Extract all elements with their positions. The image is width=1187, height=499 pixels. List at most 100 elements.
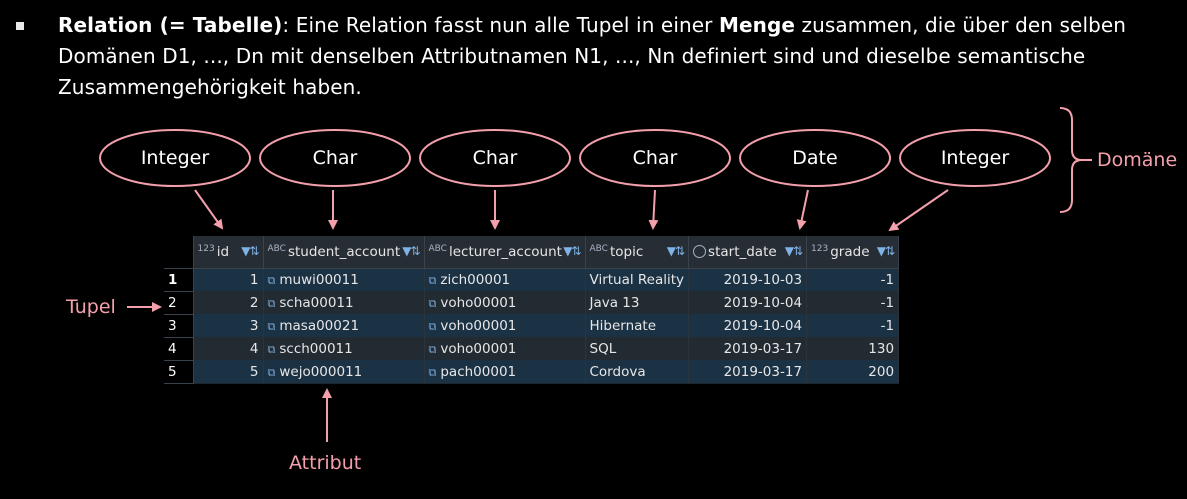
domain-label-4: Char bbox=[632, 147, 678, 169]
cell-value: muwi00011 bbox=[279, 271, 359, 288]
filter-sort-icon[interactable]: ▼⇅ bbox=[785, 244, 803, 258]
cell-grade[interactable]: -1 bbox=[806, 268, 900, 291]
cell-value: zich00001 bbox=[440, 271, 511, 288]
column-name: start_date bbox=[708, 243, 777, 260]
cell-topic[interactable]: Java 13 bbox=[585, 291, 690, 314]
clock-icon bbox=[693, 244, 707, 258]
column-name: lecturer_account bbox=[448, 243, 562, 260]
cell-student-account[interactable]: ⧉ masa00021 bbox=[263, 314, 425, 337]
row-number[interactable]: 1 bbox=[164, 268, 194, 292]
column-header-topic[interactable]: ABC topic ▼⇅ bbox=[585, 236, 690, 269]
external-link-icon[interactable]: ⧉ bbox=[268, 366, 276, 379]
domain-label-3: Char bbox=[472, 147, 518, 169]
cell-start-date[interactable]: 2019-03-17 bbox=[688, 337, 808, 360]
cell-grade[interactable]: -1 bbox=[806, 291, 900, 314]
domain-label-5: Date bbox=[792, 147, 838, 169]
column-name: id bbox=[216, 243, 230, 260]
cell-lecturer-account[interactable]: ⧉ voho00001 bbox=[424, 314, 586, 337]
cell-start-date[interactable]: 2019-03-17 bbox=[688, 360, 808, 383]
cell-value: pach00001 bbox=[440, 363, 517, 380]
column-header-id[interactable]: 123 id ▼⇅ bbox=[193, 236, 264, 269]
external-link-icon[interactable]: ⧉ bbox=[429, 274, 437, 287]
domain-label-6: Integer bbox=[940, 147, 1010, 169]
arrow-domain-1 bbox=[194, 189, 224, 230]
cell-topic[interactable]: Cordova bbox=[585, 360, 690, 383]
row-number[interactable]: 3 bbox=[164, 314, 194, 338]
external-link-icon[interactable]: ⧉ bbox=[268, 297, 276, 310]
numeric-type-icon: 123 bbox=[197, 243, 215, 254]
cell-start-date[interactable]: 2019-10-04 bbox=[688, 291, 808, 314]
cell-start-date[interactable]: 2019-10-04 bbox=[688, 314, 808, 337]
row-number[interactable]: 4 bbox=[164, 337, 194, 361]
cell-lecturer-account[interactable]: ⧉ zich00001 bbox=[424, 268, 586, 291]
slide: Relation (= Tabelle): Eine Relation fass… bbox=[0, 0, 1187, 499]
domain-label-1: Integer bbox=[140, 147, 210, 169]
arrow-domain-6 bbox=[888, 189, 949, 232]
cell-start-date[interactable]: 2019-10-03 bbox=[688, 268, 808, 291]
column-name: student_account bbox=[287, 243, 401, 260]
cell-student-account[interactable]: ⧉ wejo000011 bbox=[263, 360, 425, 383]
cell-id[interactable]: 3 bbox=[193, 314, 264, 337]
cell-value: voho00001 bbox=[440, 340, 517, 357]
arrow-domain-4 bbox=[648, 189, 659, 230]
external-link-icon[interactable]: ⧉ bbox=[429, 366, 437, 379]
cell-lecturer-account[interactable]: ⧉ voho00001 bbox=[424, 337, 586, 360]
filter-sort-icon[interactable]: ▼⇅ bbox=[241, 244, 259, 258]
row-number[interactable]: 5 bbox=[164, 360, 194, 384]
attribut-label: Attribut bbox=[289, 452, 362, 474]
cell-value: scha00011 bbox=[279, 294, 354, 311]
text-type-icon: ABC bbox=[589, 243, 608, 254]
arrow-domain-5 bbox=[796, 189, 809, 230]
filter-sort-icon[interactable]: ▼⇅ bbox=[402, 244, 420, 258]
row-number-header bbox=[164, 236, 194, 269]
cell-student-account[interactable]: ⧉ scch00011 bbox=[263, 337, 425, 360]
row-number[interactable]: 2 bbox=[164, 291, 194, 315]
cell-value: masa00021 bbox=[279, 317, 360, 334]
external-link-icon[interactable]: ⧉ bbox=[268, 343, 276, 356]
cell-id[interactable]: 1 bbox=[193, 268, 264, 291]
column-header-start-date[interactable]: start_date ▼⇅ bbox=[688, 236, 808, 269]
cell-grade[interactable]: -1 bbox=[806, 314, 900, 337]
table-row[interactable]: 4 4 ⧉ scch00011 ⧉ voho00001 SQL 2019-03-17… bbox=[164, 337, 900, 361]
column-header-student-account[interactable]: ABC student_account ▼⇅ bbox=[263, 236, 425, 269]
domain-label-2: Char bbox=[312, 147, 358, 169]
table-row[interactable]: 2 2 ⧉ scha00011 ⧉ voho00001 Java 13 2019-1… bbox=[164, 291, 900, 315]
cell-student-account[interactable]: ⧉ muwi00011 bbox=[263, 268, 425, 291]
column-header-lecturer-account[interactable]: ABC lecturer_account ▼⇅ bbox=[424, 236, 586, 269]
cell-student-account[interactable]: ⧉ scha00011 bbox=[263, 291, 425, 314]
filter-sort-icon[interactable]: ▼⇅ bbox=[877, 244, 895, 258]
cell-grade[interactable]: 130 bbox=[806, 337, 900, 360]
external-link-icon[interactable]: ⧉ bbox=[429, 343, 437, 356]
result-grid: 123 id ▼⇅ ABC student_account ▼⇅ ABC lectur… bbox=[164, 236, 900, 384]
table-row[interactable]: 1 1 ⧉ muwi00011 ⧉ zich00001 Virtual Realit… bbox=[164, 268, 900, 292]
cell-value: voho00001 bbox=[440, 294, 517, 311]
cell-value: scch00011 bbox=[279, 340, 353, 357]
header-row: 123 id ▼⇅ ABC student_account ▼⇅ ABC lectur… bbox=[164, 236, 900, 269]
filter-sort-icon[interactable]: ▼⇅ bbox=[667, 244, 685, 258]
cell-topic[interactable]: Virtual Reality bbox=[585, 268, 690, 291]
text-type-icon: ABC bbox=[428, 243, 447, 254]
tupel-label: Tupel bbox=[66, 296, 116, 318]
cell-lecturer-account[interactable]: ⧉ voho00001 bbox=[424, 291, 586, 314]
external-link-icon[interactable]: ⧉ bbox=[429, 297, 437, 310]
cell-topic[interactable]: SQL bbox=[585, 337, 690, 360]
cell-lecturer-account[interactable]: ⧉ pach00001 bbox=[424, 360, 586, 383]
domaene-label: Domäne bbox=[1097, 149, 1178, 171]
numeric-type-icon: 123 bbox=[811, 243, 829, 254]
external-link-icon[interactable]: ⧉ bbox=[268, 320, 276, 333]
filter-sort-icon[interactable]: ▼⇅ bbox=[563, 244, 581, 258]
external-link-icon[interactable]: ⧉ bbox=[268, 274, 276, 287]
cell-id[interactable]: 5 bbox=[193, 360, 264, 383]
cell-id[interactable]: 4 bbox=[193, 337, 264, 360]
external-link-icon[interactable]: ⧉ bbox=[429, 320, 437, 333]
cell-value: wejo000011 bbox=[279, 363, 363, 380]
table-row[interactable]: 3 3 ⧉ masa00021 ⧉ voho00001 Hibernate 2019… bbox=[164, 314, 900, 338]
text-type-icon: ABC bbox=[267, 243, 286, 254]
cell-id[interactable]: 2 bbox=[193, 291, 264, 314]
column-name: grade bbox=[830, 243, 870, 260]
cell-grade[interactable]: 200 bbox=[806, 360, 900, 383]
column-header-grade[interactable]: 123 grade ▼⇅ bbox=[806, 236, 900, 269]
cell-value: voho00001 bbox=[440, 317, 517, 334]
cell-topic[interactable]: Hibernate bbox=[585, 314, 690, 337]
table-row[interactable]: 5 5 ⧉ wejo000011 ⧉ pach00001 Cordova 2019-… bbox=[164, 360, 900, 384]
